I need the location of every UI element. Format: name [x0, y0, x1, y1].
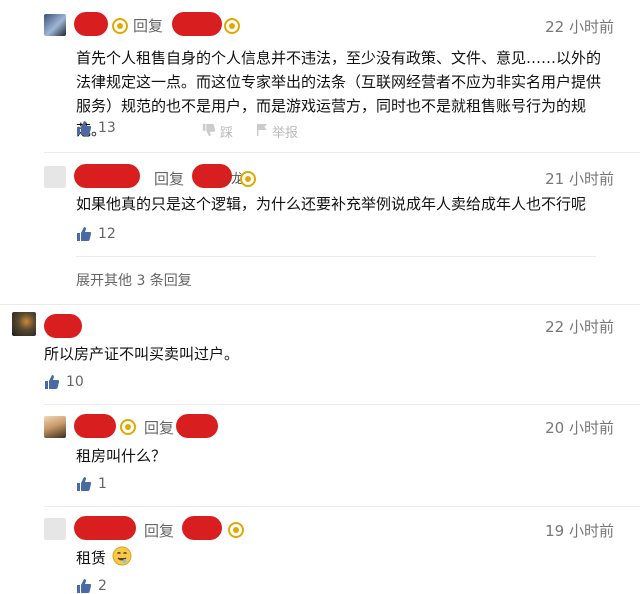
comment-time: 19 小时前	[545, 522, 614, 540]
comment-body: 租赁	[76, 549, 107, 567]
redacted-username	[74, 516, 136, 540]
avatar[interactable]	[44, 518, 66, 540]
comment-body: 如果他真的只是这个逻辑，为什么还要补充举例说成年人卖给成年人也不行呢	[76, 195, 587, 213]
divider	[44, 152, 640, 153]
avatar[interactable]	[44, 416, 66, 438]
avatar[interactable]	[12, 312, 36, 336]
reply-label: 回复	[144, 522, 175, 540]
comment-4: 回复 20 小时前 租房叫什么？ 1	[0, 404, 640, 498]
verified-badge-icon	[228, 522, 244, 538]
dislike-label: 踩	[220, 126, 234, 141]
like-count: 10	[66, 374, 84, 390]
redacted-username	[74, 414, 116, 438]
verified-badge-icon	[240, 171, 256, 187]
divider	[44, 404, 640, 405]
like-count: 12	[98, 226, 116, 242]
reply-label: 回复	[144, 419, 175, 437]
verified-badge-icon	[112, 18, 128, 34]
redacted-username	[74, 164, 140, 188]
comment-2: 回复 …龙 21 小时前 如果他真的只是这个逻辑，为什么还要补充举例说成年人卖给…	[0, 148, 640, 290]
drooling-face-emoji-icon	[112, 546, 132, 570]
report-label: 举报	[272, 126, 299, 141]
comment-time: 21 小时前	[545, 170, 614, 188]
redacted-reply-target	[182, 516, 222, 540]
verified-badge-icon	[120, 419, 136, 435]
divider	[44, 506, 640, 507]
redacted-reply-target	[176, 414, 218, 438]
report-button[interactable]: 举报	[256, 122, 298, 141]
comment-time: 20 小时前	[545, 419, 614, 437]
avatar[interactable]	[44, 166, 66, 188]
verified-badge-icon	[224, 18, 240, 34]
like-button[interactable]: 2	[76, 578, 107, 594]
comment-body-row: 租赁	[76, 546, 132, 570]
comment-time: 22 小时前	[545, 18, 614, 36]
thumbs-up-icon	[76, 226, 92, 242]
like-button[interactable]: 12	[76, 226, 116, 242]
avatar[interactable]	[44, 14, 66, 36]
comment-body: 租房叫什么？	[76, 447, 167, 465]
flag-icon	[256, 123, 268, 141]
redacted-reply-target	[172, 12, 222, 36]
like-button[interactable]: 1	[76, 476, 107, 492]
comment-body: 首先个人租售自身的个人信息并不违法，至少没有政策、文件、意见……以外的法律规定这…	[76, 49, 602, 139]
like-count: 1	[98, 476, 107, 492]
reply-label: 回复	[133, 17, 164, 35]
expand-replies-link[interactable]: 展开其他 3 条回复	[76, 270, 192, 290]
comment-3: 22 小时前 所以房产证不叫买卖叫过户。 10	[0, 304, 640, 404]
thumbs-up-icon	[76, 476, 92, 492]
like-count: 2	[98, 578, 107, 594]
divider	[76, 256, 596, 257]
redacted-username	[44, 314, 82, 338]
like-button[interactable]: 10	[44, 374, 84, 390]
comment-1: 回复 22 小时前 首先个人租售自身的个人信息并不违法，至少没有政策、文件、意见…	[0, 0, 640, 148]
like-button[interactable]: 13	[76, 120, 116, 136]
comment-body: 所以房产证不叫买卖叫过户。	[44, 345, 240, 363]
thumbs-up-icon	[76, 120, 92, 136]
reply-label: 回复	[154, 170, 185, 188]
comment-5: 回复 19 小时前 租赁 2	[0, 506, 640, 594]
divider	[0, 304, 640, 305]
thumbs-up-icon	[76, 578, 92, 594]
dislike-button[interactable]: 踩	[202, 122, 233, 141]
comment-time: 22 小时前	[545, 318, 614, 336]
thumbs-down-icon	[202, 123, 216, 141]
redacted-username	[74, 12, 108, 36]
like-count: 13	[98, 120, 116, 136]
thumbs-up-icon	[44, 374, 60, 390]
